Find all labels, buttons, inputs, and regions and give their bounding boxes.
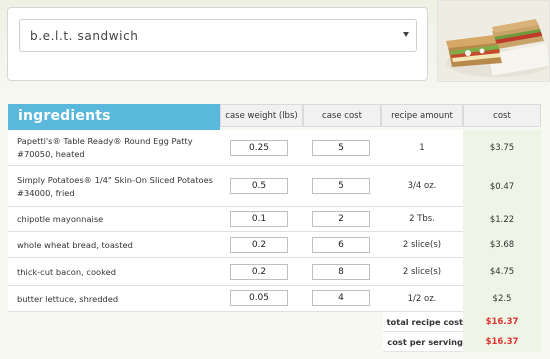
table-row: butter lettuce, shredded 1/2 oz. $2.5 <box>8 286 541 312</box>
recipe-amount: 2 slice(s) <box>402 240 442 250</box>
case-weight-input[interactable] <box>230 237 288 253</box>
ingredient-name: thick-cut bacon, cooked <box>17 267 117 277</box>
ingredients-title: ingredients <box>8 104 220 130</box>
case-cost-input[interactable] <box>312 264 370 280</box>
recipe-select[interactable]: b.e.l.t. sandwich <box>19 19 417 52</box>
total-recipe-cost-label: total recipe cost <box>386 317 463 327</box>
ingredient-name: chipotle mayonnaise <box>17 214 104 224</box>
case-weight-input[interactable] <box>230 290 288 306</box>
case-cost-input[interactable] <box>312 211 370 227</box>
header-recipe-amount: recipe amount <box>381 104 463 127</box>
recipe-amount: 1/2 oz. <box>407 294 437 304</box>
ingredient-cost: $3.75 <box>463 130 541 166</box>
cost-per-serving-label: cost per serving <box>387 337 463 347</box>
ingredient-name: butter lettuce, shredded <box>17 294 119 304</box>
sandwich-photo-icon <box>438 1 549 81</box>
table-row: chipotle mayonnaise 2 Tbs. $1.22 <box>8 207 541 232</box>
header-case-weight: case weight (lbs) <box>220 104 303 127</box>
recipe-amount: 2 Tbs. <box>409 214 435 224</box>
ingredient-cost: $1.22 <box>463 207 541 232</box>
case-weight-input[interactable] <box>230 140 288 156</box>
recipe-amount: 1 <box>419 143 425 153</box>
header-case-cost: case cost <box>303 104 381 127</box>
case-weight-input[interactable] <box>230 178 288 194</box>
table-row: Simply Potatoes® 1/4" Skin-On Sliced Pot… <box>8 166 541 207</box>
recipe-photo <box>437 0 550 82</box>
recipe-select-value: b.e.l.t. sandwich <box>30 28 139 43</box>
ingredients-table: ingredients case weight (lbs) case cost … <box>8 104 541 354</box>
recipe-select-panel: b.e.l.t. sandwich <box>7 7 428 81</box>
case-cost-input[interactable] <box>312 237 370 253</box>
ingredient-name: Simply Potatoes® 1/4" Skin-On Sliced Pot… <box>17 175 214 198</box>
recipe-amount: 2 slice(s) <box>402 267 442 277</box>
chevron-down-icon <box>403 32 409 37</box>
ingredient-name: Papetti's® Table Ready® Round Egg Patty … <box>17 136 193 159</box>
total-recipe-cost-value: $16.37 <box>463 312 541 332</box>
table-row: thick-cut bacon, cooked 2 slice(s) $4.75 <box>8 258 541 286</box>
case-weight-input[interactable] <box>230 211 288 227</box>
cost-per-serving-row: cost per serving $16.37 <box>383 332 541 352</box>
case-weight-input[interactable] <box>230 264 288 280</box>
case-cost-input[interactable] <box>312 140 370 156</box>
case-cost-input[interactable] <box>312 178 370 194</box>
table-row: whole wheat bread, toasted 2 slice(s) $3… <box>8 232 541 258</box>
recipe-amount: 3/4 oz. <box>407 181 437 191</box>
ingredient-cost: $2.5 <box>463 286 541 312</box>
ingredient-name: whole wheat bread, toasted <box>17 240 133 250</box>
case-cost-input[interactable] <box>312 290 370 306</box>
ingredient-cost: $3.68 <box>463 232 541 258</box>
ingredient-cost: $0.47 <box>463 166 541 207</box>
table-row: Papetti's® Table Ready® Round Egg Patty … <box>8 130 541 166</box>
header-cost: cost <box>463 104 541 127</box>
total-recipe-cost-row: total recipe cost $16.37 <box>383 312 541 332</box>
cost-per-serving-value: $16.37 <box>463 332 541 352</box>
ingredient-cost: $4.75 <box>463 258 541 286</box>
